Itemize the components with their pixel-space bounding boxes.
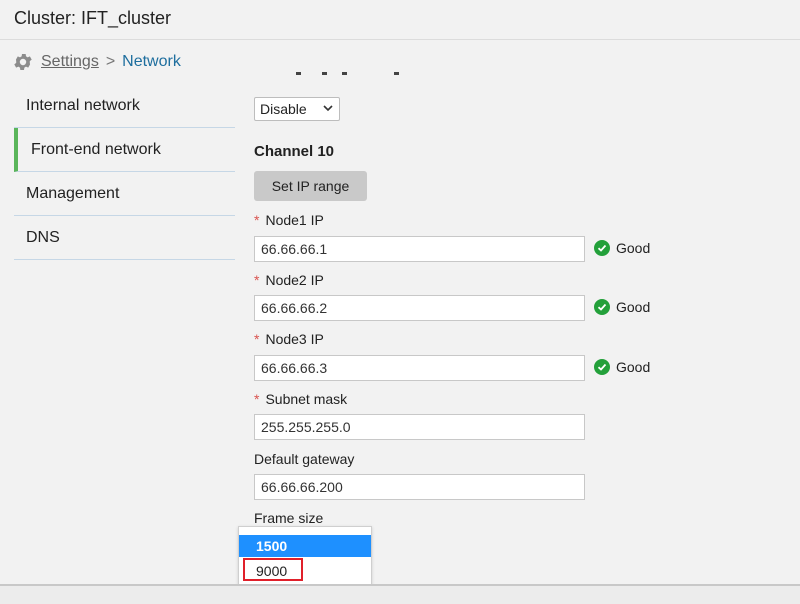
status-text: Good [616,299,651,315]
chevron-down-icon [323,104,333,115]
gear-icon [12,50,36,74]
channel-heading: Channel 10 [254,143,335,160]
sidebar-nav: Internal network Front-end network Manag… [14,84,235,260]
bottom-bar [0,584,800,604]
node1-ip-input[interactable]: 66.66.66.1 [254,236,585,262]
frame-size-label: Frame size [254,510,324,526]
node1-ip-status: Good [594,238,650,258]
sidebar-item-front-end-network[interactable]: Front-end network [14,128,235,172]
sidebar-item-label: DNS [26,228,60,246]
frame-size-option-1500[interactable]: 1500 [239,535,371,557]
required-marker: * [254,212,260,228]
check-circle-icon [594,240,610,256]
breadcrumb-separator: > [105,53,116,70]
breadcrumb-current: Network [122,53,181,70]
default-gateway-input[interactable]: 66.66.66.200 [254,474,585,500]
check-circle-icon [594,299,610,315]
required-marker: * [254,391,260,407]
sidebar-item-label: Front-end network [31,140,161,158]
mode-select[interactable]: Disable [254,97,340,121]
sidebar-item-management[interactable]: Management [14,172,235,216]
sidebar-item-internal-network[interactable]: Internal network [14,84,235,128]
required-marker: * [254,272,260,288]
field-label: Node1 IP [265,212,324,228]
node2-ip-label: * Node2 IP [254,272,324,288]
node2-ip-status: Good [594,297,650,317]
subnet-mask-label: * Subnet mask [254,391,347,407]
window-title: Cluster: IFT_cluster [14,8,172,28]
status-text: Good [616,240,651,256]
sidebar-item-label: Management [26,184,120,202]
node3-ip-input[interactable]: 66.66.66.3 [254,355,585,381]
set-ip-range-button[interactable]: Set IP range [254,171,367,201]
check-circle-icon [594,359,610,375]
field-label: Subnet mask [265,391,348,407]
breadcrumb: Settings > Network [12,50,181,74]
mode-select-value: Disable [260,101,307,117]
required-marker: * [254,331,260,347]
sidebar-item-dns[interactable]: DNS [14,216,235,260]
default-gateway-label: Default gateway [254,451,355,467]
status-text: Good [616,359,651,375]
field-label: Node2 IP [265,272,324,288]
clipped-label-fragment [296,70,416,76]
sidebar-item-label: Internal network [26,96,140,114]
breadcrumb-settings-link[interactable]: Settings [41,53,99,71]
node1-ip-label: * Node1 IP [254,212,324,228]
field-label: Node3 IP [265,331,324,347]
node2-ip-input[interactable]: 66.66.66.2 [254,295,585,321]
highlight-box [243,558,303,581]
node3-ip-status: Good [594,357,650,377]
main-form: Disable Channel 10 Set IP range * Node1 I… [254,0,800,604]
subnet-mask-input[interactable]: 255.255.255.0 [254,414,585,440]
node3-ip-label: * Node3 IP [254,331,324,347]
